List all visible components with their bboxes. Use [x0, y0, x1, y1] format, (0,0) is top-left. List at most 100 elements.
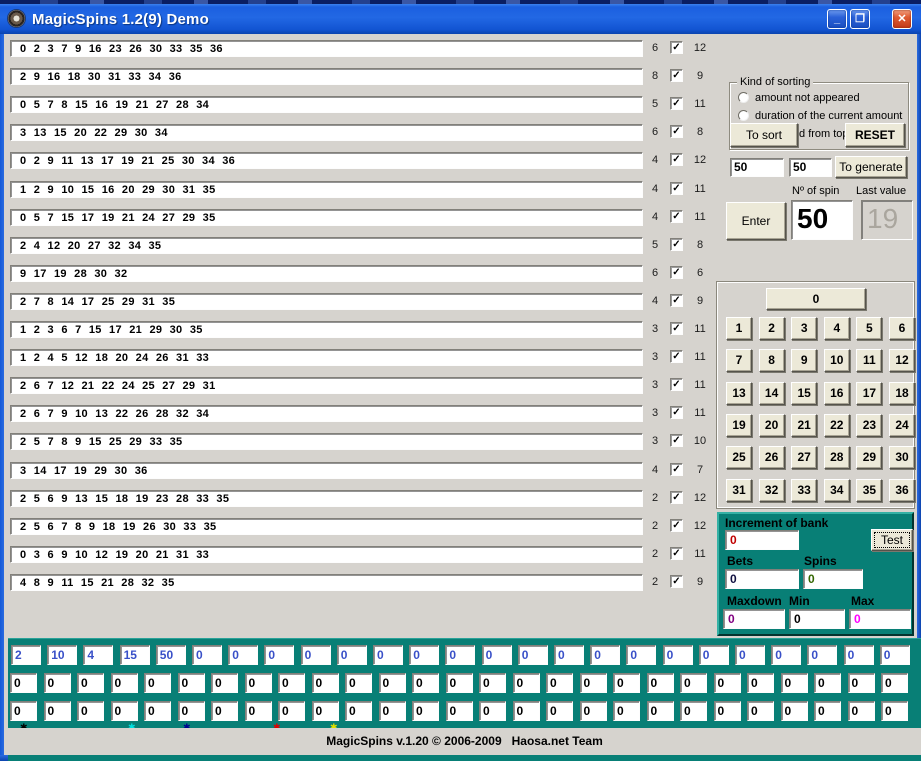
counter-cell[interactable]: 0	[647, 701, 674, 721]
counter-cell[interactable]: 0	[580, 673, 607, 693]
number-button-30[interactable]: 30	[889, 446, 915, 469]
counter-cell[interactable]: 0	[412, 701, 439, 721]
counter-cell[interactable]: 0	[680, 673, 707, 693]
number-button-9[interactable]: 9	[791, 349, 817, 372]
bet-amount-cell[interactable]: 0	[337, 645, 367, 665]
counter-cell[interactable]: 0	[848, 701, 875, 721]
spin-sequence-field[interactable]: 3 13 15 20 22 29 30 34	[10, 124, 643, 141]
counter-cell[interactable]: 0	[211, 673, 238, 693]
spin-sequence-field[interactable]: 0 2 3 7 9 16 23 26 30 33 35 36	[10, 40, 643, 57]
row-checkbox[interactable]: ✓	[670, 491, 683, 504]
number-button-5[interactable]: 5	[856, 317, 882, 340]
bet-amount-cell[interactable]: 15	[120, 645, 150, 665]
row-checkbox[interactable]: ✓	[670, 97, 683, 110]
counter-cell[interactable]: 0	[613, 701, 640, 721]
radio-circle-icon[interactable]	[738, 110, 749, 121]
max-field[interactable]: 0	[849, 609, 911, 629]
counter-cell[interactable]: 0	[446, 701, 473, 721]
number-button-7[interactable]: 7	[726, 349, 752, 372]
counter-cell[interactable]: 0	[345, 701, 372, 721]
counter-cell[interactable]: 0	[412, 673, 439, 693]
counter-cell[interactable]: 0	[278, 701, 305, 721]
bet-amount-cell[interactable]: 0	[626, 645, 656, 665]
number-button-32[interactable]: 32	[759, 479, 785, 502]
number-button-19[interactable]: 19	[726, 414, 752, 437]
bet-amount-cell[interactable]: 0	[228, 645, 258, 665]
row-checkbox[interactable]: ✓	[670, 406, 683, 419]
counter-cell[interactable]: 0	[77, 701, 104, 721]
row-checkbox[interactable]: ✓	[670, 575, 683, 588]
spins-field[interactable]: 0	[803, 569, 863, 589]
number-button-2[interactable]: 2	[759, 317, 785, 340]
counter-cell[interactable]: 0	[77, 673, 104, 693]
spin-sequence-field[interactable]: 0 5 7 8 15 16 19 21 27 28 34	[10, 96, 643, 113]
counter-cell[interactable]: 0	[245, 701, 272, 721]
number-button-23[interactable]: 23	[856, 414, 882, 437]
spin-sequence-field[interactable]: 2 4 12 20 27 32 34 35	[10, 237, 643, 254]
spin-sequence-field[interactable]: 1 2 9 10 15 16 20 29 30 31 35	[10, 181, 643, 198]
bet-amount-cell[interactable]: 2	[11, 645, 41, 665]
counter-cell[interactable]: 0	[245, 673, 272, 693]
counter-cell[interactable]: 0	[312, 701, 339, 721]
row-checkbox[interactable]: ✓	[670, 41, 683, 54]
number-button-14[interactable]: 14	[759, 382, 785, 405]
spin-sequence-field[interactable]: 2 5 6 7 8 9 18 19 26 30 33 35	[10, 518, 643, 535]
radio-duration-current-amount[interactable]: duration of the current amount	[738, 110, 902, 123]
generate-count-input-2[interactable]: 50	[789, 158, 832, 177]
number-button-11[interactable]: 11	[856, 349, 882, 372]
bet-amount-cell[interactable]: 0	[735, 645, 765, 665]
minimize-button[interactable]: _	[827, 9, 847, 29]
row-checkbox[interactable]: ✓	[670, 153, 683, 166]
bet-amount-cell[interactable]: 0	[482, 645, 512, 665]
spin-sequence-field[interactable]: 2 9 16 18 30 31 33 34 36	[10, 68, 643, 85]
test-button[interactable]: Test	[871, 529, 913, 551]
row-checkbox[interactable]: ✓	[670, 210, 683, 223]
counter-cell[interactable]: 0	[379, 701, 406, 721]
row-checkbox[interactable]: ✓	[670, 463, 683, 476]
spin-sequence-field[interactable]: 0 5 7 15 17 19 21 24 27 29 35	[10, 209, 643, 226]
counter-cell[interactable]: 0	[781, 701, 808, 721]
counter-cell[interactable]: 0	[781, 673, 808, 693]
number-button-13[interactable]: 13	[726, 382, 752, 405]
counter-cell[interactable]: 0	[379, 673, 406, 693]
bet-amount-cell[interactable]: 4	[83, 645, 113, 665]
spin-sequence-field[interactable]: 9 17 19 28 30 32	[10, 265, 643, 282]
spin-sequence-field[interactable]: 2 5 7 8 9 15 25 29 33 35	[10, 433, 643, 450]
counter-cell[interactable]: 0	[312, 673, 339, 693]
bet-amount-cell[interactable]: 0	[445, 645, 475, 665]
row-checkbox[interactable]: ✓	[670, 125, 683, 138]
bet-amount-cell[interactable]: 0	[590, 645, 620, 665]
counter-cell[interactable]: 0	[814, 673, 841, 693]
number-button-34[interactable]: 34	[824, 479, 850, 502]
counter-cell[interactable]: 0	[178, 673, 205, 693]
bet-amount-cell[interactable]: 0	[409, 645, 439, 665]
counter-cell[interactable]: 0	[848, 673, 875, 693]
number-button-35[interactable]: 35	[856, 479, 882, 502]
counter-cell[interactable]: 0	[144, 701, 171, 721]
counter-cell[interactable]: 0	[714, 701, 741, 721]
reset-button[interactable]: RESET	[845, 123, 905, 147]
bet-amount-cell[interactable]: 0	[373, 645, 403, 665]
number-button-25[interactable]: 25	[726, 446, 752, 469]
row-checkbox[interactable]: ✓	[670, 182, 683, 195]
bet-amount-cell[interactable]: 0	[192, 645, 222, 665]
counter-cell[interactable]: 0	[881, 673, 908, 693]
bet-amount-cell[interactable]: 0	[844, 645, 874, 665]
number-button-8[interactable]: 8	[759, 349, 785, 372]
bet-amount-cell[interactable]: 0	[699, 645, 729, 665]
counter-cell[interactable]: 0	[44, 673, 71, 693]
number-button-24[interactable]: 24	[889, 414, 915, 437]
counter-cell[interactable]: 0	[546, 673, 573, 693]
row-checkbox[interactable]: ✓	[670, 547, 683, 560]
radio-circle-icon[interactable]	[738, 92, 749, 103]
counter-cell[interactable]: 0	[111, 701, 138, 721]
min-field[interactable]: 0	[789, 609, 845, 629]
bet-amount-cell[interactable]: 0	[301, 645, 331, 665]
generate-count-input-1[interactable]: 50	[730, 158, 784, 177]
counter-cell[interactable]: 0	[546, 701, 573, 721]
counter-cell[interactable]: 0	[680, 701, 707, 721]
bets-field[interactable]: 0	[725, 569, 799, 589]
counter-cell[interactable]: 0	[881, 701, 908, 721]
number-button-10[interactable]: 10	[824, 349, 850, 372]
spin-sequence-field[interactable]: 4 8 9 11 15 21 28 32 35	[10, 574, 643, 591]
